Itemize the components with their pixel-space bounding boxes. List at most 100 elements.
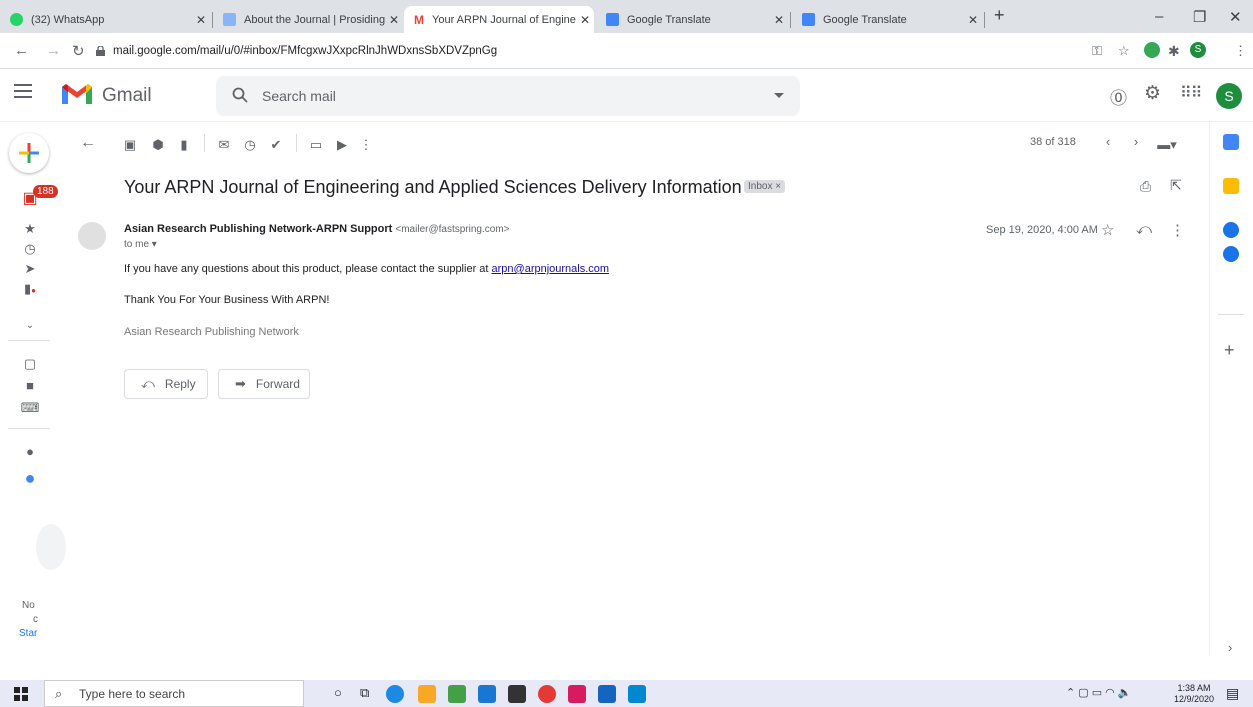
compose-button[interactable] <box>9 133 49 173</box>
snoozed-clock-icon[interactable]: ◷ <box>20 241 40 257</box>
reply-button[interactable]: ⤺ Reply <box>124 369 208 399</box>
calendar-icon[interactable] <box>1223 134 1239 150</box>
side-panel: + › <box>1209 122 1253 655</box>
browser-tab-whatsapp[interactable]: (32) WhatsApp ✕ <box>0 6 210 33</box>
mark-unread-icon[interactable]: ✉ <box>216 137 232 153</box>
search-bar[interactable] <box>216 76 800 116</box>
taskbar-clock[interactable]: 1:38 AM 12/9/2020 <box>1174 683 1214 705</box>
grammarly-icon[interactable] <box>1144 42 1160 58</box>
older-chevron-icon[interactable]: › <box>1128 134 1144 149</box>
sent-icon[interactable]: ➤ <box>20 261 40 277</box>
back-arrow-icon[interactable]: ← <box>14 42 29 59</box>
hangouts-user-avatar[interactable]: ● <box>20 468 40 489</box>
task-view-icon[interactable]: ⧉ <box>360 685 369 701</box>
edge-app-icon[interactable] <box>386 685 404 703</box>
get-addons-plus-icon[interactable]: + <box>1224 340 1235 361</box>
settings-gear-icon[interactable]: ⚙ <box>1144 82 1161 105</box>
starred-icon[interactable]: ★ <box>20 221 40 237</box>
back-to-inbox-icon[interactable]: ← <box>80 134 96 152</box>
profile-avatar[interactable]: S <box>1190 42 1206 58</box>
main-menu-icon[interactable] <box>14 84 32 98</box>
reload-icon[interactable]: ↻ <box>72 42 85 60</box>
recipient-details[interactable]: to me ▾ <box>124 239 157 250</box>
more-vert-icon[interactable]: ⋮ <box>1234 43 1247 59</box>
forward-button[interactable]: ➡ Forward <box>218 369 310 399</box>
search-icon[interactable] <box>232 87 248 103</box>
label-icon[interactable]: ▶ <box>334 137 350 153</box>
help-icon[interactable]: ⓪ <box>1110 84 1127 109</box>
tab-close-icon[interactable]: ✕ <box>576 13 594 27</box>
show-side-panel-chevron-icon[interactable]: › <box>1228 640 1232 655</box>
keyboard-icon[interactable]: ⌨ <box>20 400 40 416</box>
browser-tab-google-translate-1[interactable]: Google Translate ✕ <box>596 6 788 33</box>
input-tools-icon[interactable]: ▬▾ <box>1152 137 1182 153</box>
search-options-icon[interactable] <box>774 93 784 98</box>
gmail-logo-icon[interactable] <box>60 82 94 106</box>
browser-tab-arpn-gmail[interactable]: M Your ARPN Journal of Engineerin ✕ <box>404 6 594 33</box>
browser-tab-google-translate-2[interactable]: Google Translate ✕ <box>792 6 982 33</box>
google-translate-icon <box>606 13 619 26</box>
newer-chevron-icon[interactable]: ‹ <box>1100 134 1116 149</box>
print-icon[interactable]: ⎙ <box>1140 178 1151 195</box>
meet-new-meeting-icon[interactable]: ▢ <box>20 356 40 372</box>
key-icon[interactable]: ⚿ <box>1092 43 1102 59</box>
snooze-icon[interactable]: ◷ <box>242 137 258 153</box>
reply-icon[interactable]: ⤺ <box>1136 221 1152 238</box>
hangouts-empty-text: No <box>22 600 35 611</box>
cortana-icon[interactable]: ○ <box>334 685 342 700</box>
new-tab-icon[interactable]: + <box>994 5 1005 26</box>
sender-name[interactable]: Asian Research Publishing Network-ARPN S… <box>124 223 392 235</box>
notifications-icon[interactable]: ▤ <box>1226 685 1239 702</box>
account-avatar[interactable]: S <box>1216 83 1242 109</box>
system-tray-icons[interactable]: ⌃ ▢ ▭ ◠ 🔈 <box>1066 686 1132 699</box>
hangouts-icon[interactable]: ● <box>20 444 40 459</box>
move-to-icon[interactable]: ▭ <box>308 137 324 153</box>
word-app-icon[interactable] <box>598 685 616 703</box>
search-input[interactable] <box>262 76 722 116</box>
star-icon[interactable]: ☆ <box>1101 221 1114 239</box>
more-vert-icon[interactable]: ⋮ <box>1170 221 1185 239</box>
add-to-tasks-icon[interactable]: ✔ <box>268 137 284 153</box>
caret-down-icon[interactable]: ▾ <box>152 239 157 250</box>
compose-plus-icon <box>19 143 39 163</box>
tab-close-icon[interactable]: ✕ <box>385 13 403 27</box>
extensions-puzzle-icon[interactable]: ✱ <box>1168 43 1180 60</box>
forward-arrow-icon[interactable]: → <box>46 42 61 59</box>
minimize-icon[interactable]: – <box>1155 8 1163 25</box>
supplier-email-link[interactable]: arpn@arpnjournals.com <box>492 263 610 275</box>
tab-close-icon[interactable]: ✕ <box>192 13 210 27</box>
contacts-icon[interactable] <box>1223 246 1239 262</box>
inbox-label-chip[interactable]: Inbox × <box>744 180 786 193</box>
open-new-window-icon[interactable]: ⇱ <box>1170 177 1182 194</box>
media-player-icon[interactable] <box>448 685 466 703</box>
meet-video-icon[interactable]: ■ <box>20 378 40 393</box>
google-translate-icon <box>802 13 815 26</box>
lock-icon <box>96 46 105 56</box>
chrome-app-icon[interactable] <box>538 685 556 703</box>
browser-tab-about-journal[interactable]: About the Journal | Prosiding Sei ✕ <box>213 6 403 33</box>
tasks-icon[interactable] <box>1223 222 1239 238</box>
apps-grid-icon[interactable]: ⠿⠿ <box>1180 83 1202 103</box>
hangouts-start-link[interactable]: Star <box>19 628 37 639</box>
keep-icon[interactable] <box>1223 178 1239 194</box>
taskbar-search-box[interactable]: ⌕ Type here to search <box>44 680 304 707</box>
delete-icon[interactable]: ▮ <box>176 137 192 153</box>
photos-app-icon[interactable] <box>628 685 646 703</box>
tab-close-icon[interactable]: ✕ <box>770 13 788 27</box>
address-bar[interactable]: mail.google.com/mail/u/0/#inbox/FMfcgxwJ… <box>96 38 1076 64</box>
drafts-icon[interactable]: ▮● <box>20 281 40 297</box>
store-app-icon[interactable] <box>508 685 526 703</box>
more-labels-chevron-icon[interactable]: ⌄ <box>20 320 40 331</box>
mendeley-app-icon[interactable] <box>568 685 586 703</box>
file-explorer-icon[interactable] <box>418 685 436 703</box>
windows-start-icon[interactable] <box>14 687 28 701</box>
report-spam-icon[interactable]: ⬢ <box>150 137 166 153</box>
archive-icon[interactable]: ▣ <box>122 137 138 153</box>
mail-app-icon[interactable] <box>478 685 496 703</box>
close-window-icon[interactable]: ✕ <box>1229 8 1242 26</box>
bookmark-star-icon[interactable]: ☆ <box>1118 43 1130 59</box>
more-options-icon[interactable]: ⋮ <box>358 137 374 153</box>
maximize-icon[interactable]: ❐ <box>1193 8 1206 26</box>
tab-close-icon[interactable]: ✕ <box>964 13 982 27</box>
clock-time: 1:38 AM <box>1177 683 1211 693</box>
